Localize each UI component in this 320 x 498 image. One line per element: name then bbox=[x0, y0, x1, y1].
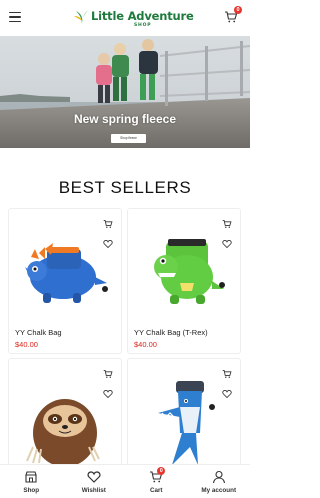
add-to-cart-button[interactable] bbox=[101, 367, 115, 381]
product-name[interactable]: YY Chalk Bag bbox=[15, 328, 62, 337]
card-actions bbox=[101, 367, 115, 407]
logo-text: Little Adventure bbox=[91, 9, 194, 23]
cart-count-badge: 0 bbox=[234, 6, 242, 14]
cart-icon bbox=[103, 220, 113, 228]
wishlist-button[interactable] bbox=[220, 387, 234, 401]
card-actions bbox=[101, 217, 115, 257]
wishlist-button[interactable] bbox=[101, 237, 115, 251]
heart-icon bbox=[103, 239, 113, 249]
nav-cart-icon-wrap: 0 bbox=[149, 467, 166, 484]
card-actions bbox=[220, 367, 234, 407]
product-image bbox=[154, 239, 225, 304]
add-to-cart-button[interactable] bbox=[220, 367, 234, 381]
heart-icon bbox=[87, 471, 101, 483]
best-sellers-heading: BEST SELLERS bbox=[58, 178, 192, 197]
add-to-cart-button[interactable] bbox=[220, 217, 234, 231]
site-header: Little Adventure SHOP 0 bbox=[0, 0, 250, 36]
header-cart-button[interactable]: 0 bbox=[224, 6, 242, 24]
nav-my-account[interactable]: My account bbox=[188, 465, 251, 498]
nav-shop-label: Shop bbox=[23, 487, 40, 494]
heart-icon bbox=[222, 389, 232, 399]
nav-shop[interactable]: Shop bbox=[0, 465, 63, 498]
nav-wishlist[interactable]: Wishlist bbox=[63, 465, 126, 498]
hero-banner[interactable]: New spring fleece Shop fleece bbox=[0, 36, 250, 148]
card-actions bbox=[220, 217, 234, 257]
product-price: $40.00 bbox=[15, 340, 38, 349]
add-to-cart-button[interactable] bbox=[101, 217, 115, 231]
user-icon bbox=[212, 470, 225, 484]
site-logo[interactable]: Little Adventure SHOP bbox=[74, 8, 194, 30]
product-name[interactable]: YY Chalk Bag (T-Rex) bbox=[134, 328, 208, 337]
heart-icon bbox=[103, 389, 113, 399]
wishlist-button[interactable] bbox=[101, 387, 115, 401]
cart-icon bbox=[222, 220, 232, 228]
product-image bbox=[26, 399, 100, 467]
product-card[interactable]: YY Chalk Bag $40.00 bbox=[8, 208, 122, 354]
nav-my-account-label: My account bbox=[201, 487, 237, 494]
wishlist-button[interactable] bbox=[220, 237, 234, 251]
logo-subtext: SHOP bbox=[134, 23, 152, 28]
hero-title: New spring fleece bbox=[73, 112, 177, 126]
heart-icon bbox=[222, 239, 232, 249]
hamburger-menu-icon[interactable] bbox=[9, 12, 21, 23]
leaf-logo-icon bbox=[74, 10, 88, 25]
product-image bbox=[25, 243, 108, 303]
hero-cta-button[interactable]: Shop fleece bbox=[111, 134, 146, 143]
nav-wishlist-label: Wishlist bbox=[81, 487, 106, 494]
nav-cart-label: Cart bbox=[149, 487, 163, 494]
bottom-navigation: Shop Wishlist 0 Cart My account bbox=[0, 464, 250, 498]
shop-icon bbox=[25, 471, 38, 483]
nav-cart[interactable]: 0 Cart bbox=[125, 465, 188, 498]
product-price: $40.00 bbox=[134, 340, 157, 349]
cart-icon bbox=[103, 370, 113, 378]
product-card[interactable]: YY Chalk Bag (T-Rex) $40.00 bbox=[127, 208, 241, 354]
hero-image bbox=[0, 36, 250, 148]
nav-cart-count-badge: 0 bbox=[157, 467, 166, 475]
cart-icon bbox=[222, 370, 232, 378]
product-image bbox=[158, 381, 215, 465]
